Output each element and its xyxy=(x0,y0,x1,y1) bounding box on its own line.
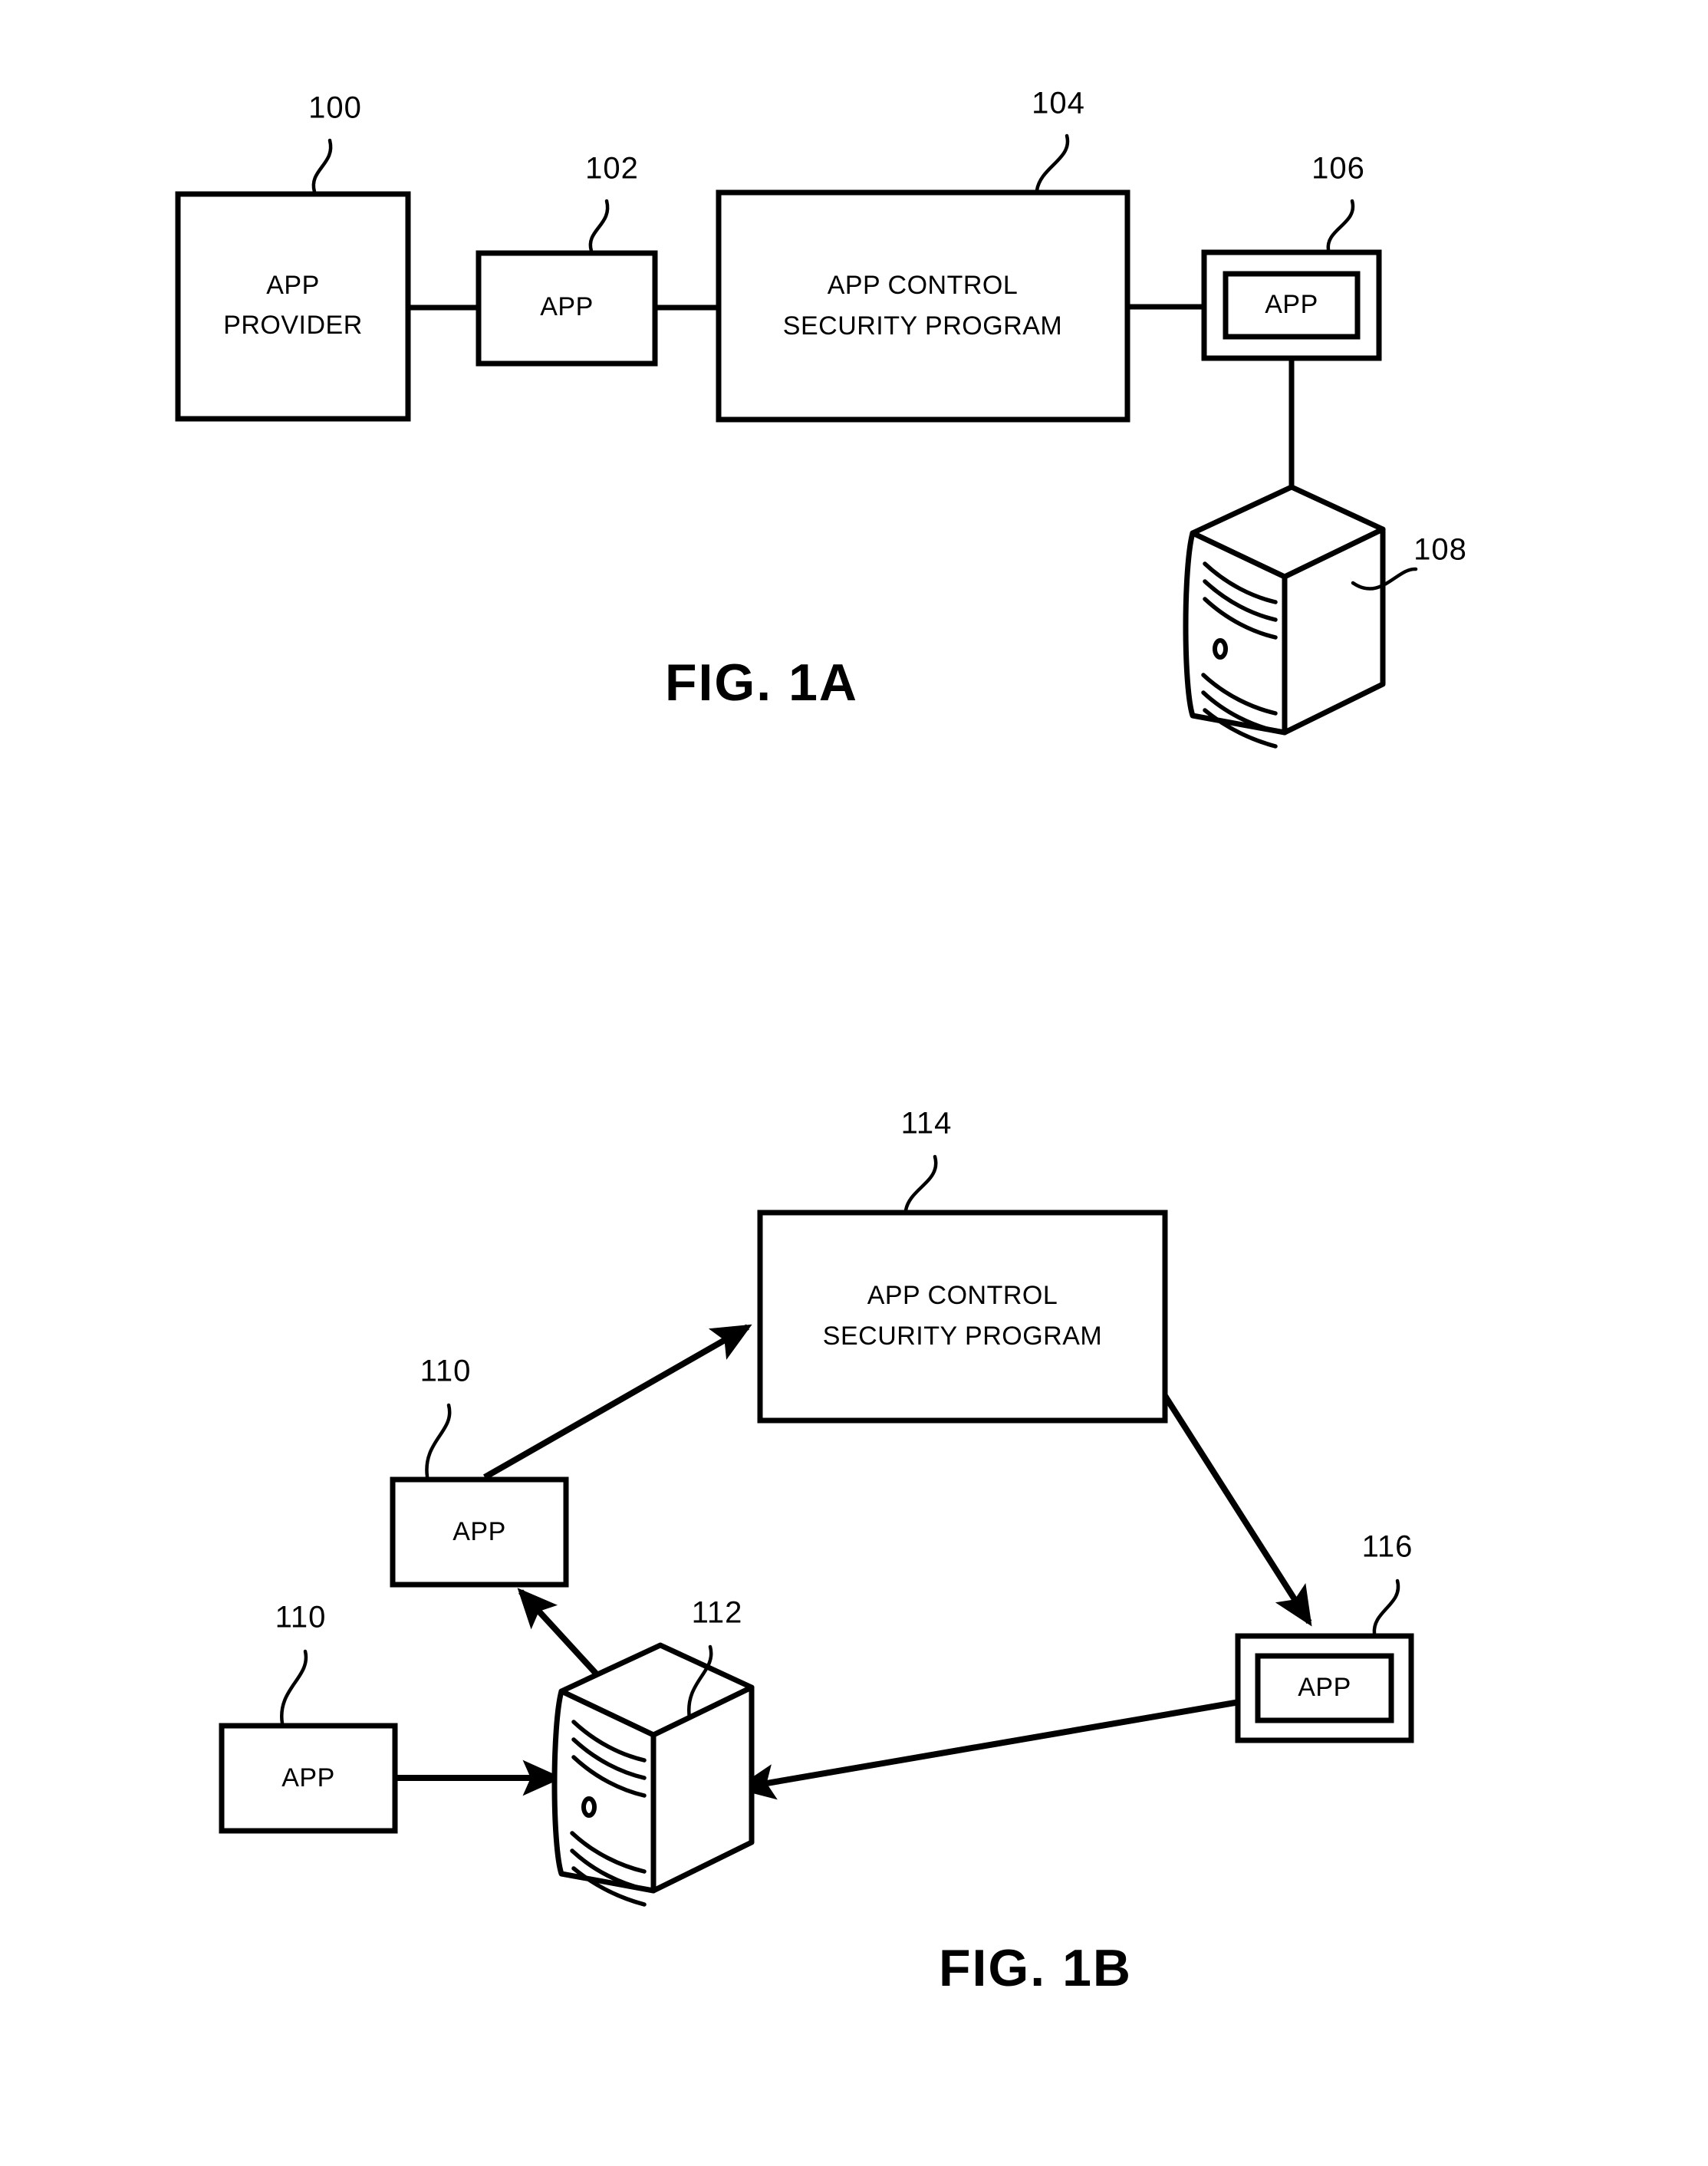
reference-numeral-100: 100 xyxy=(308,91,362,125)
reference-numeral-114: 114 xyxy=(901,1107,953,1141)
reference-numeral-110-lower: 110 xyxy=(275,1601,327,1634)
app-control-security-program-b-label-line1: APP CONTROL xyxy=(867,1281,1058,1310)
app-provider-label-line1: APP xyxy=(266,271,320,300)
figure-canvas: APP PROVIDER 100 APP 102 APP CONTROL SEC… xyxy=(175,87,1467,1997)
reference-numeral-112: 112 xyxy=(692,1596,743,1630)
leader-line-106 xyxy=(1326,199,1355,252)
app-provider-label-line2: PROVIDER xyxy=(223,311,363,340)
leader-line-102 xyxy=(588,199,610,253)
leader-line-100 xyxy=(311,138,333,194)
reference-numeral-104: 104 xyxy=(1032,87,1085,120)
server-icon-b xyxy=(551,1642,755,1907)
leader-line-116 xyxy=(1372,1578,1400,1636)
app-control-security-program-b-label-line2: SECURITY PROGRAM xyxy=(823,1322,1102,1351)
node-app-lower-left[interactable]: APP xyxy=(219,1723,398,1834)
app-transit-label: APP xyxy=(540,292,594,321)
app-upper-left-label: APP xyxy=(453,1517,506,1546)
figure-1b: APP CONTROL SECURITY PROGRAM 114 APP 110… xyxy=(219,1107,1414,1997)
app-device-label: APP xyxy=(1265,290,1318,319)
app-control-security-program-box[interactable] xyxy=(716,189,1130,423)
app-control-security-program-label-line1: APP CONTROL xyxy=(828,271,1019,300)
arrow-device-to-server-b xyxy=(735,1699,1240,1800)
app-provider-box[interactable] xyxy=(175,191,411,422)
reference-numeral-102: 102 xyxy=(585,152,639,186)
node-app-device-b[interactable]: APP xyxy=(1235,1633,1414,1743)
server-icon xyxy=(1183,484,1386,749)
node-app-upper-left[interactable]: APP xyxy=(390,1476,569,1588)
app-control-security-program-b-box[interactable] xyxy=(757,1210,1168,1424)
leader-line-114 xyxy=(903,1154,938,1213)
app-control-security-program-label-line2: SECURITY PROGRAM xyxy=(783,311,1062,341)
figure-1b-caption: FIG. 1B xyxy=(939,1939,1132,1997)
figure-1a-caption: FIG. 1A xyxy=(665,653,858,712)
node-app-provider[interactable]: APP PROVIDER xyxy=(175,191,411,422)
leader-line-110-lower xyxy=(280,1649,308,1726)
arrow-app-to-security-program-b xyxy=(483,1324,752,1480)
reference-numeral-106: 106 xyxy=(1311,152,1365,186)
node-app-control-security-program[interactable]: APP CONTROL SECURITY PROGRAM xyxy=(716,189,1130,423)
leader-line-104 xyxy=(1035,133,1070,193)
app-device-b-label: APP xyxy=(1298,1673,1351,1702)
figure-1a: APP PROVIDER 100 APP 102 APP CONTROL SEC… xyxy=(175,87,1467,749)
reference-numeral-116: 116 xyxy=(1362,1530,1413,1564)
arrow-security-program-to-device-b xyxy=(1147,1371,1312,1627)
node-app-transit[interactable]: APP xyxy=(476,250,658,367)
leader-line-110-upper xyxy=(425,1403,452,1479)
node-app-control-security-program-b[interactable]: APP CONTROL SECURITY PROGRAM xyxy=(757,1210,1168,1424)
app-lower-left-label: APP xyxy=(281,1763,335,1792)
node-app-device[interactable]: APP xyxy=(1201,249,1382,361)
patent-drawing-sheet: APP PROVIDER 100 APP 102 APP CONTROL SEC… xyxy=(0,0,1708,2166)
reference-numeral-110-upper: 110 xyxy=(420,1355,472,1388)
reference-numeral-108: 108 xyxy=(1413,533,1467,567)
